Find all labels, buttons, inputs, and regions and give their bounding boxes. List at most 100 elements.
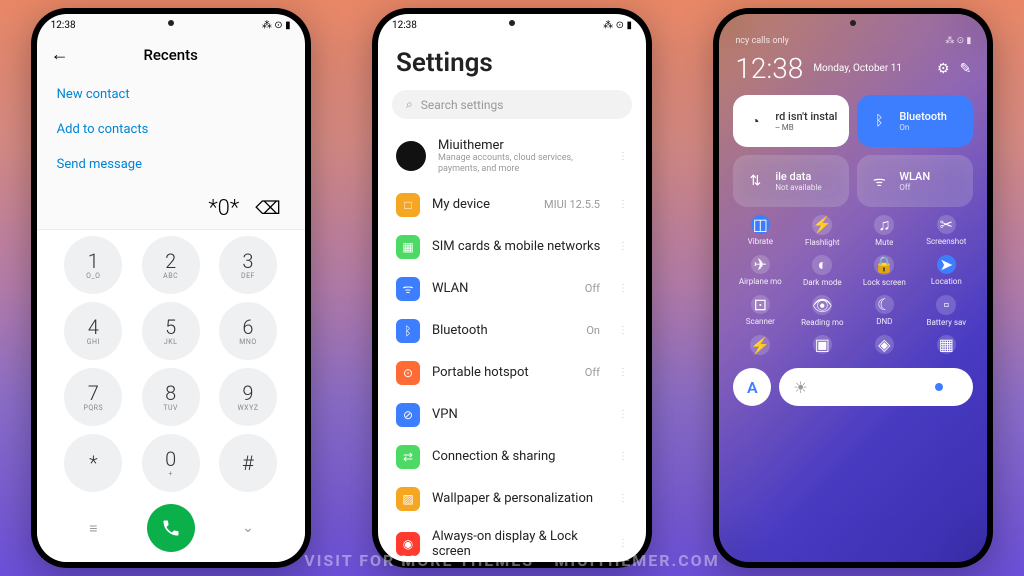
dial-key-9[interactable]: 9WXYZ <box>219 368 277 426</box>
cc-tile[interactable]: ✈ <box>751 255 770 274</box>
send-message-button[interactable]: Send message <box>57 147 285 182</box>
tile-label: DND <box>876 317 892 326</box>
header: ← Recents <box>37 36 305 73</box>
dial-key-0[interactable]: 0+ <box>142 434 200 492</box>
auto-brightness-button[interactable]: A <box>733 368 771 406</box>
cc-tile[interactable]: 🔒 <box>874 255 894 275</box>
settings-item[interactable]: ⊘VPN⋮ <box>378 394 646 436</box>
settings-item[interactable]: □My deviceMIUI 12.5.5⋮ <box>378 184 646 226</box>
cc-tile-ile-data[interactable]: ⇅ile dataNot available <box>733 155 849 207</box>
tile-icon: ◔ <box>743 113 767 130</box>
tile-label: Location <box>931 277 962 286</box>
phone-settings: 12:38 ⁂ ⊙ ▮ Settings ⌕ Search settings M… <box>372 8 652 568</box>
cc-tile[interactable]: ◐ <box>812 255 832 275</box>
edit-icon[interactable]: ✎ <box>960 61 972 77</box>
settings-item[interactable]: ⊙Portable hotspotOff⋮ <box>378 352 646 394</box>
cc-tile-bluetooth[interactable]: ᛒBluetoothOn <box>857 95 973 147</box>
dial-key-4[interactable]: 4GHI <box>64 302 122 360</box>
dial-key-2[interactable]: 2ABC <box>142 236 200 294</box>
tile-label: Reading mo <box>801 318 843 327</box>
settings-item-label: Bluetooth <box>432 323 574 338</box>
add-to-contacts-button[interactable]: Add to contacts <box>57 112 285 147</box>
cc-tile[interactable]: ⊡ <box>751 295 770 314</box>
cc-tile[interactable]: ◈ <box>875 335 894 354</box>
tile-icon: 🔒 <box>874 255 894 274</box>
chevron-icon: ⋮ <box>618 241 628 252</box>
tile-status: -- MB <box>775 123 837 132</box>
dial-key-5[interactable]: 5JKL <box>142 302 200 360</box>
settings-item-label: Wallpaper & personalization <box>432 491 606 506</box>
tile-label: Scanner <box>746 317 775 326</box>
profile-item[interactable]: Miuithemer Manage accounts, cloud servic… <box>378 129 646 184</box>
backspace-icon[interactable]: ⌫ <box>255 198 280 219</box>
call-button[interactable] <box>147 504 195 552</box>
tile-label: WLAN <box>899 170 930 183</box>
cc-tile[interactable]: ◫ <box>751 215 770 234</box>
cc-tile[interactable]: ⚡ <box>812 215 832 235</box>
chevron-icon: ⋮ <box>618 493 628 504</box>
tile-status: Off <box>899 183 930 192</box>
dial-key-3[interactable]: 3DEF <box>219 236 277 294</box>
tile-icon: ✂ <box>940 215 953 234</box>
cc-tile[interactable]: ▦ <box>937 335 956 354</box>
settings-item-icon: ⇄ <box>396 445 420 469</box>
search-input[interactable]: ⌕ Search settings <box>392 90 632 119</box>
status-time: 12:38 <box>51 20 76 31</box>
cc-tile[interactable]: 👁 <box>812 295 832 315</box>
cc-tile-rd-isn't-instal[interactable]: ◔rd isn't instal-- MB <box>733 95 849 147</box>
settings-item[interactable]: ᯤWLANOff⋮ <box>378 268 646 310</box>
dial-key-7[interactable]: 7PQRS <box>64 368 122 426</box>
settings-item[interactable]: ⇄Connection & sharing⋮ <box>378 436 646 478</box>
tile-label: Mute <box>875 238 893 247</box>
dial-key-1[interactable]: 1O_O <box>64 236 122 294</box>
tile-icon: 👁 <box>812 296 832 315</box>
cc-tile[interactable]: ▫ <box>936 295 956 315</box>
dial-key-#[interactable]: # <box>219 434 277 492</box>
settings-item-icon: ⊙ <box>396 361 420 385</box>
cc-tile-wlan[interactable]: ᯤWLANOff <box>857 155 973 207</box>
action-list: New contact Add to contacts Send message <box>37 73 305 186</box>
cc-tile[interactable]: ♫ <box>874 215 894 235</box>
cc-tile[interactable]: ⚡ <box>750 335 770 355</box>
cc-tile[interactable]: ➤ <box>937 255 956 274</box>
dial-key-*[interactable]: * <box>64 434 122 492</box>
tile-icon: ☾ <box>877 295 891 314</box>
status-icons: ⁂ ⊙ ▮ <box>603 20 632 31</box>
tile-icon: ⚡ <box>812 215 832 234</box>
avatar <box>396 141 426 171</box>
settings-item[interactable]: ▦SIM cards & mobile networks⋮ <box>378 226 646 268</box>
settings-item-icon: ᛒ <box>396 319 420 343</box>
dial-key-8[interactable]: 8TUV <box>142 368 200 426</box>
tile-label: Battery sav <box>926 318 966 327</box>
settings-item[interactable]: ᛒBluetoothOn⋮ <box>378 310 646 352</box>
slider-thumb[interactable] <box>935 383 943 391</box>
expand-icon[interactable]: ⌄ <box>224 520 272 536</box>
tile-label: Screenshot <box>926 237 966 246</box>
cc-tile[interactable]: ▣ <box>813 335 832 354</box>
chevron-icon: ⋮ <box>618 451 628 462</box>
brightness-slider[interactable]: ☀ <box>779 368 973 406</box>
phone-dialer: 12:38 ⁂ ⊙ ▮ ← Recents New contact Add to… <box>31 8 311 568</box>
tile-label: Vibrate <box>748 237 773 246</box>
settings-item-value: Off <box>585 366 600 379</box>
tile-icon: ▣ <box>815 335 830 354</box>
settings-item[interactable]: ▨Wallpaper & personalization⋮ <box>378 478 646 520</box>
new-contact-button[interactable]: New contact <box>57 77 285 112</box>
emergency-text: ncy calls only <box>735 36 789 46</box>
tile-label: Flashlight <box>805 238 840 247</box>
cc-time-row: 12:38 Monday, October 11 ⚙ ✎ <box>719 46 987 95</box>
menu-icon[interactable]: ≡ <box>69 520 117 537</box>
status-time: 12:38 <box>392 20 417 31</box>
back-icon[interactable]: ← <box>51 44 69 65</box>
settings-icon[interactable]: ⚙ <box>937 61 950 77</box>
tile-icon: ◫ <box>753 215 768 234</box>
tile-label: Lock screen <box>863 278 906 287</box>
status-icons: ⁂ ⊙ ▮ <box>262 20 291 31</box>
chevron-icon: ⋮ <box>618 151 628 162</box>
cc-tile[interactable]: ✂ <box>937 215 956 234</box>
dial-key-6[interactable]: 6MNO <box>219 302 277 360</box>
cc-status: ncy calls only ⁂ ⊙ ▮ <box>719 36 987 46</box>
cc-tile[interactable]: ☾ <box>875 295 894 314</box>
cc-large-tiles: ⇅ile dataNot availableᯤWLANOff <box>719 155 987 215</box>
settings-item-label: Portable hotspot <box>432 365 573 380</box>
